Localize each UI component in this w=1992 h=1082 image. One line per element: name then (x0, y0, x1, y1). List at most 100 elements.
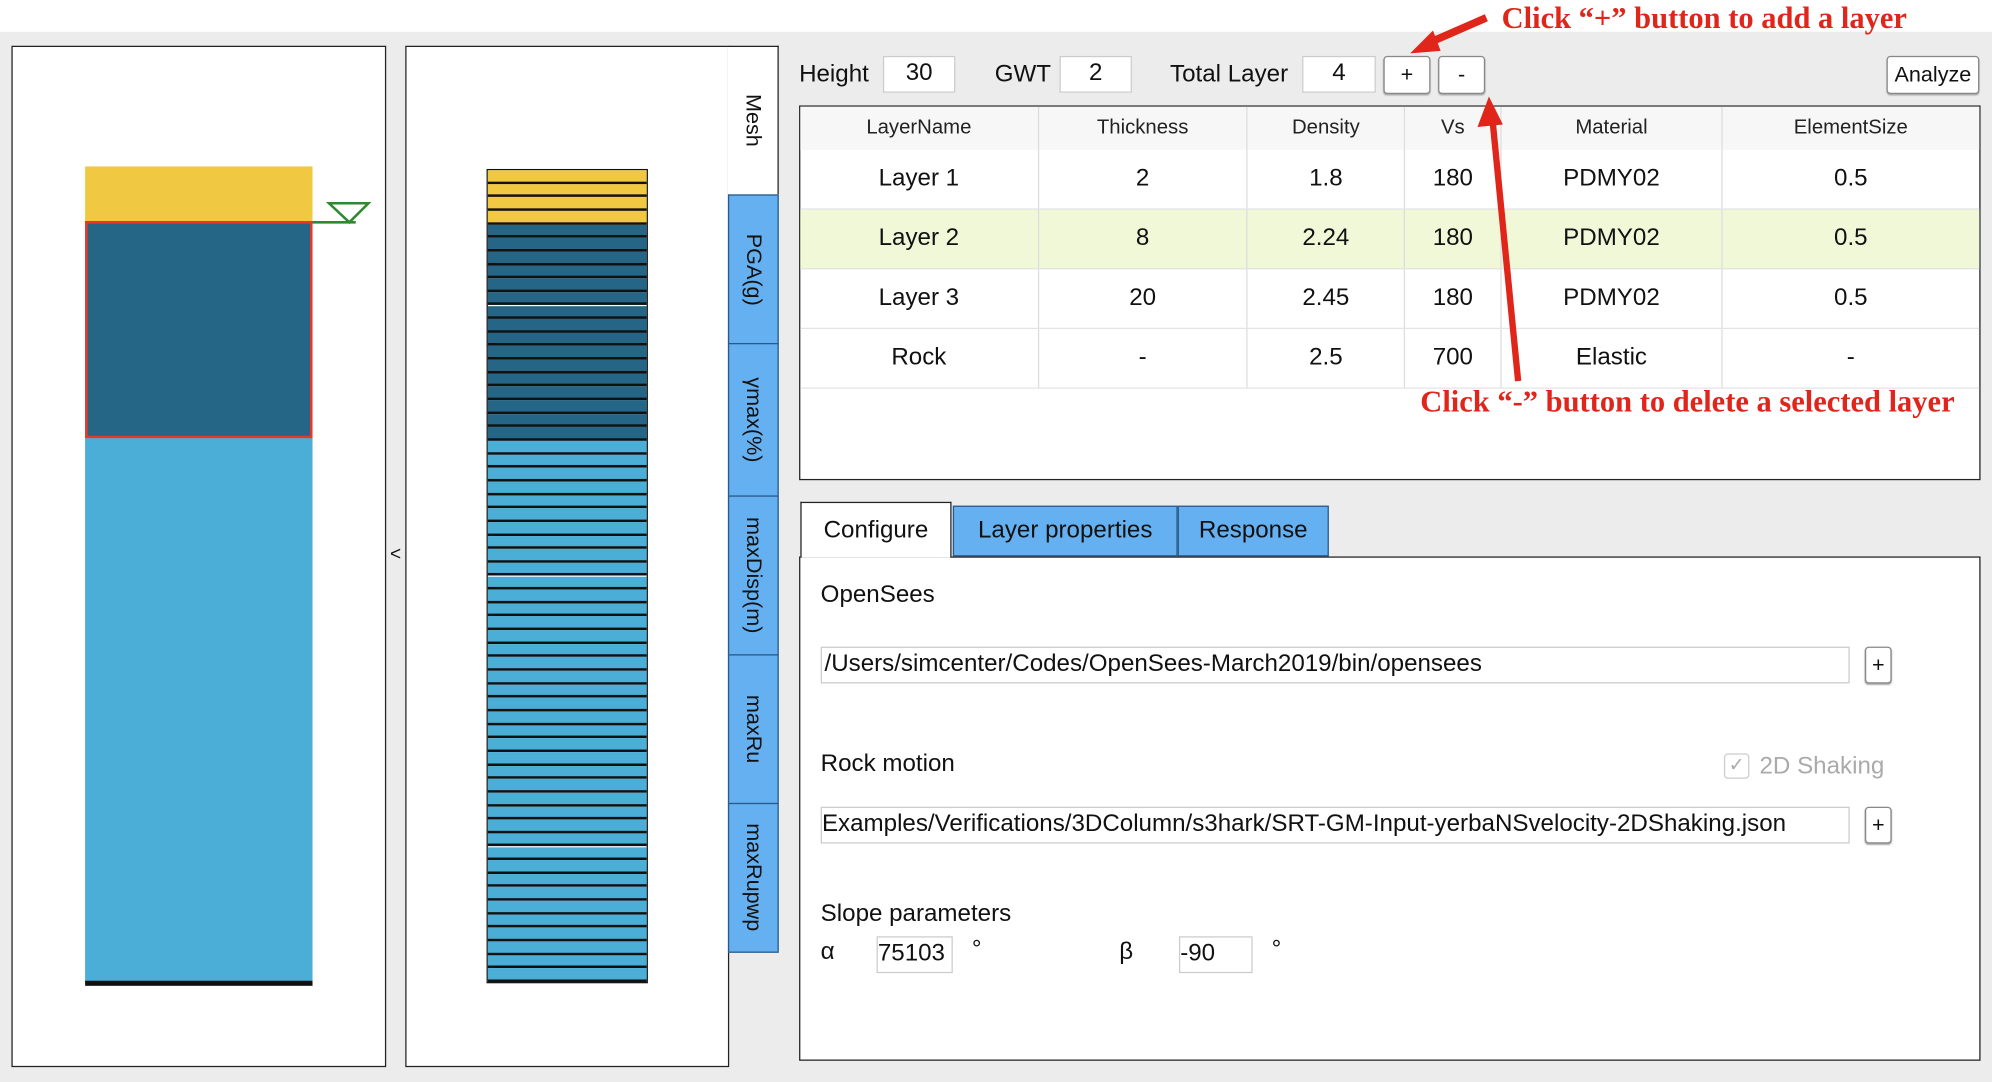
mesh-element (487, 589, 647, 604)
tab-pga[interactable]: PGA(g) (727, 194, 779, 345)
mesh-element (487, 427, 647, 441)
shaking-2d-label: 2D Shaking (1759, 753, 1885, 781)
table-cell-material[interactable]: PDMY02 (1501, 149, 1723, 210)
mesh-element (487, 549, 647, 563)
mesh-element (487, 386, 647, 401)
table-cell-layername[interactable]: Layer 3 (800, 268, 1039, 330)
mesh-element (487, 603, 647, 617)
table-cell-elementsize[interactable]: 0.5 (1721, 268, 1980, 330)
add-layer-button[interactable]: + (1383, 55, 1431, 95)
table-row[interactable]: Layer 1 2 1.8 180 PDMY02 0.5 (800, 149, 1980, 210)
mesh-element (487, 914, 647, 928)
height-label: Height (799, 60, 869, 88)
table-cell-material[interactable]: PDMY02 (1501, 208, 1723, 270)
mesh-element (487, 413, 647, 428)
table-cell-material[interactable]: Elastic (1501, 328, 1723, 389)
tab-mesh[interactable]: Mesh (727, 45, 779, 195)
tab-layer-properties[interactable]: Layer properties (952, 505, 1178, 557)
tab-max-rupwp[interactable]: maxRupwp (727, 802, 779, 953)
rock-base-line (85, 980, 313, 986)
column-header[interactable]: ElementSize (1721, 106, 1980, 150)
mesh-element (487, 887, 647, 901)
gwt-input[interactable]: 2 (1059, 55, 1132, 93)
mesh-element (487, 373, 647, 387)
mesh-element (487, 576, 647, 590)
mesh-element (487, 467, 647, 482)
total-layer-input[interactable]: 4 (1302, 55, 1376, 93)
mesh-element (487, 400, 647, 414)
table-cell-vs[interactable]: 180 (1404, 149, 1502, 210)
table-cell-thickness[interactable]: 2 (1037, 149, 1248, 210)
opensees-path-input[interactable]: /Users/simcenter/Codes/OpenSees-March201… (820, 646, 1850, 684)
total-layer-label: Total Layer (1170, 60, 1289, 88)
column-header[interactable]: Vs (1404, 106, 1502, 150)
column-header[interactable]: Thickness (1037, 106, 1248, 150)
rock-motion-path-input[interactable]: Examples/Verifications/3DColumn/s3hark/S… (820, 806, 1850, 844)
table-cell-vs[interactable]: 180 (1404, 208, 1502, 270)
mesh-element (487, 494, 647, 509)
tab-max-disp[interactable]: maxDisp(m) (727, 495, 779, 656)
tab-gamma-max[interactable]: γmax(%) (727, 343, 779, 497)
table-cell-vs[interactable]: 180 (1404, 268, 1502, 330)
table-cell-layername[interactable]: Layer 1 (800, 149, 1039, 210)
mesh-element (487, 792, 647, 807)
rock-motion-path-text: Examples/Verifications/3DColumn/s3hark/S… (821, 810, 1787, 838)
table-cell-elementsize[interactable]: 0.5 (1721, 149, 1980, 210)
mesh-element (487, 927, 647, 942)
mesh-element (487, 197, 647, 211)
height-input[interactable]: 30 (882, 55, 956, 93)
tab-response[interactable]: Response (1177, 505, 1329, 557)
table-cell-density[interactable]: 2.24 (1247, 208, 1406, 270)
table-cell-density[interactable]: 2.5 (1247, 328, 1406, 389)
mesh-element (487, 481, 647, 495)
table-cell-layername[interactable]: Rock (800, 328, 1039, 389)
opensees-browse-button[interactable]: + (1864, 646, 1892, 684)
mesh-element (487, 291, 647, 306)
mesh-element (487, 359, 647, 374)
table-row[interactable]: Layer 3 20 2.45 180 PDMY02 0.5 (800, 268, 1980, 330)
gwt-label: GWT (994, 60, 1052, 88)
profile-layer-2-selected[interactable] (85, 221, 313, 439)
mesh-element (487, 170, 647, 184)
column-header[interactable]: LayerName (800, 106, 1039, 150)
mesh-element (487, 183, 647, 198)
collapse-toggle[interactable]: < (390, 544, 401, 566)
table-row[interactable]: Layer 2 8 2.24 180 PDMY02 0.5 (800, 208, 1980, 270)
mesh-element (487, 319, 647, 333)
profile-layer-3[interactable] (85, 438, 313, 984)
mesh-element (487, 738, 647, 752)
table-cell-vs[interactable]: 700 (1404, 328, 1502, 389)
beta-input[interactable]: -90 (1178, 936, 1253, 974)
table-cell-thickness[interactable]: 8 (1037, 208, 1248, 270)
table-cell-elementsize[interactable]: - (1721, 328, 1980, 389)
table-cell-thickness[interactable]: 20 (1037, 268, 1248, 330)
shaking-2d-checkbox[interactable]: ✓ (1723, 753, 1750, 779)
table-cell-material[interactable]: PDMY02 (1501, 268, 1723, 330)
analyze-button[interactable]: Analyze (1886, 55, 1980, 95)
profile-layer-1[interactable] (85, 166, 313, 222)
table-cell-density[interactable]: 2.45 (1247, 268, 1406, 330)
table-cell-layername[interactable]: Layer 2 (800, 208, 1039, 270)
rock-motion-browse-button[interactable]: + (1864, 806, 1892, 844)
mesh-element (487, 332, 647, 347)
opensees-label: OpenSees (820, 581, 935, 609)
remove-layer-button[interactable]: - (1438, 55, 1486, 95)
column-header[interactable]: Density (1247, 106, 1406, 150)
alpha-input[interactable]: 75103 (876, 936, 953, 974)
table-cell-density[interactable]: 1.8 (1247, 149, 1406, 210)
mesh-element (487, 562, 647, 577)
tab-max-ru[interactable]: maxRu (727, 654, 779, 805)
mesh-element (487, 779, 647, 793)
mesh-element (487, 454, 647, 468)
mesh-element (487, 873, 647, 888)
mesh-element (487, 968, 647, 982)
table-row[interactable]: Rock -2.5 700 Elastic - (800, 328, 1980, 389)
table-cell-elementsize[interactable]: 0.5 (1721, 208, 1980, 270)
beta-label: β (1119, 938, 1134, 966)
mesh-element (487, 305, 647, 320)
column-header[interactable]: Material (1501, 106, 1723, 150)
table-cell-thickness[interactable]: - (1037, 328, 1248, 389)
tab-configure[interactable]: Configure (800, 501, 952, 558)
mesh-element (487, 224, 647, 238)
mesh-element (487, 264, 647, 279)
